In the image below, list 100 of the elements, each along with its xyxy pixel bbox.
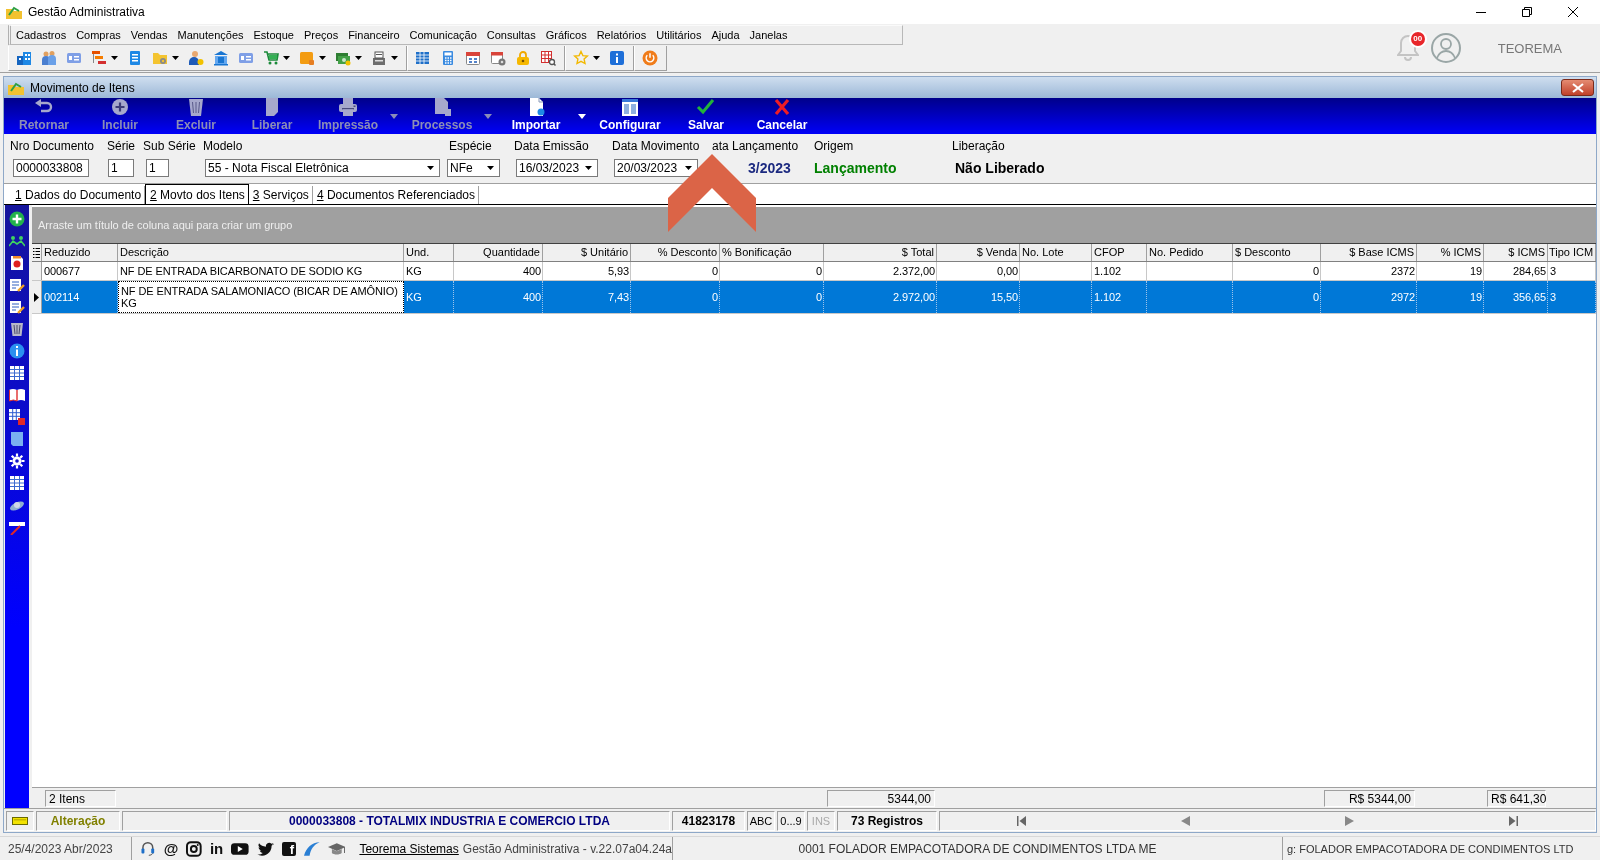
caret-icon[interactable] — [111, 56, 118, 60]
caret-icon[interactable] — [685, 166, 692, 170]
restore-icon[interactable] — [1522, 7, 1532, 17]
caret-icon[interactable] — [283, 56, 290, 60]
text-field[interactable]: 1 — [146, 159, 169, 177]
column-header[interactable]: Quantidade — [454, 244, 543, 261]
menu-item[interactable]: Janelas — [744, 28, 793, 42]
id-card-icon[interactable] — [238, 50, 254, 66]
edit-icon[interactable] — [9, 277, 25, 293]
tab[interactable]: 4 Documentos Referenciados — [312, 186, 479, 204]
close-icon[interactable] — [1568, 7, 1578, 17]
first-icon[interactable] — [1017, 816, 1027, 826]
column-header[interactable]: CFOP — [1092, 244, 1147, 261]
column-chooser-icon[interactable] — [33, 247, 40, 258]
column-header[interactable]: $ Desconto — [1233, 244, 1321, 261]
camera-icon[interactable] — [186, 840, 202, 857]
column-header[interactable]: $ Base ICMS — [1321, 244, 1417, 261]
column-header[interactable]: $ Unitário — [543, 244, 631, 261]
add-icon[interactable] — [9, 211, 25, 227]
calendar-icon[interactable] — [415, 50, 431, 66]
grid-icon[interactable] — [9, 409, 25, 425]
page-icon[interactable] — [9, 431, 25, 447]
headset-icon[interactable] — [140, 840, 156, 857]
caret-icon[interactable] — [427, 166, 434, 170]
toolbar-button[interactable]: Salvar — [668, 98, 744, 134]
column-header[interactable]: No. Lote — [1020, 244, 1092, 261]
menu-item[interactable]: Relatórios — [591, 28, 652, 42]
column-header[interactable]: Und. — [404, 244, 454, 261]
gear-icon[interactable] — [9, 453, 25, 469]
table-icon[interactable] — [9, 365, 25, 381]
trash-icon[interactable] — [9, 321, 25, 337]
column-header[interactable]: No. Pedido — [1147, 244, 1233, 261]
table-search-icon[interactable] — [540, 50, 556, 66]
last-icon[interactable] — [1508, 816, 1518, 826]
column-header[interactable]: Reduzido — [42, 244, 118, 261]
edit-icon[interactable] — [9, 299, 25, 315]
menu-item[interactable]: Financeiro — [343, 28, 405, 42]
caret-icon[interactable] — [578, 113, 586, 119]
toolbar-button[interactable]: Cancelar — [744, 98, 820, 134]
close-button[interactable] — [1561, 79, 1594, 96]
menu-item[interactable]: Ajuda — [706, 28, 745, 42]
next-icon[interactable] — [1344, 816, 1354, 826]
menu-item[interactable]: Comunicação — [404, 28, 482, 42]
play-icon[interactable] — [231, 840, 249, 857]
table-row[interactable]: 000677 NF DE ENTRADA BICARBONATO DE SODIO KG KG 400 5,93 0 0 2.372,00 0,00 1.102 0 2372 19 284,65 3 — [32, 262, 1596, 281]
toolbar-button[interactable]: Configurar — [592, 98, 668, 134]
select-field[interactable]: 55 - Nota Fiscal Eletrônica — [205, 159, 440, 177]
tab[interactable]: 2 Movto dos Itens — [145, 184, 249, 204]
minimize-icon[interactable] — [1476, 11, 1486, 13]
previous-icon[interactable] — [1181, 816, 1191, 826]
caret-icon[interactable] — [585, 166, 592, 170]
swoosh-icon[interactable] — [304, 840, 320, 857]
date-field[interactable]: 16/03/2023 — [516, 159, 598, 177]
caret-icon[interactable] — [391, 56, 398, 60]
column-header[interactable]: % Desconto — [631, 244, 720, 261]
text-field[interactable]: 0000033808 — [13, 159, 89, 177]
power-icon[interactable] — [642, 50, 658, 66]
social-link[interactable]: in — [209, 840, 224, 857]
caret-icon[interactable] — [172, 56, 179, 60]
social-link[interactable]: @ — [163, 840, 179, 857]
website-link[interactable]: Teorema Sistemas — [359, 841, 459, 856]
column-header[interactable]: Descrição — [118, 244, 404, 261]
calculator-icon[interactable] — [440, 50, 456, 66]
menu-item[interactable]: Manutenções — [172, 28, 249, 42]
menu-item[interactable]: Vendas — [125, 28, 173, 42]
menu-item[interactable]: Gráficos — [540, 28, 592, 42]
book-icon[interactable] — [9, 387, 25, 403]
calendar-gear-icon[interactable] — [490, 50, 506, 66]
document-icon[interactable] — [9, 255, 25, 271]
graduation-cap-icon[interactable] — [327, 840, 346, 857]
column-header[interactable]: $ Venda — [937, 244, 1020, 261]
menu-item[interactable]: Utilitários — [651, 28, 707, 42]
menu-item[interactable]: Compras — [71, 28, 126, 42]
star-icon[interactable] — [573, 50, 589, 66]
caret-icon[interactable] — [593, 56, 600, 60]
toolbar-button[interactable]: Importar — [498, 98, 574, 134]
column-header[interactable]: $ ICMS — [1484, 244, 1548, 261]
people-icon[interactable] — [41, 50, 57, 66]
user-icon[interactable] — [188, 50, 204, 66]
column-header[interactable]: % Bonificação — [720, 244, 824, 261]
menu-item[interactable]: Cadastros — [11, 28, 72, 42]
table-icon[interactable] — [9, 475, 25, 491]
money-icon[interactable] — [335, 50, 351, 66]
id-card-icon[interactable] — [66, 50, 82, 66]
select-field[interactable]: NFe — [447, 159, 500, 177]
column-header[interactable]: Tipo ICM — [1548, 244, 1596, 261]
caret-icon[interactable] — [319, 56, 326, 60]
menu-item[interactable]: Preços — [298, 28, 344, 42]
column-header[interactable]: $ Total — [824, 244, 937, 261]
caret-icon[interactable] — [355, 56, 362, 60]
info-icon[interactable] — [609, 50, 625, 66]
pen-icon[interactable] — [9, 519, 25, 535]
org-chart-icon[interactable] — [91, 50, 107, 66]
date-field[interactable]: 20/03/2023 — [614, 159, 698, 177]
calendar-icon[interactable] — [465, 50, 481, 66]
caret-icon[interactable] — [487, 166, 494, 170]
table-row[interactable]: 002114 NF DE ENTRADA SALAMONIACO (BICAR DE AMÔNIO) KG KG 400 7,43 0 0 2.972,00 15,50 1.102 0 2972 19 356,65 3 — [32, 281, 1596, 314]
people-icon[interactable] — [9, 233, 25, 249]
menu-item[interactable]: Estoque — [248, 28, 299, 42]
bank-icon[interactable] — [213, 50, 229, 66]
